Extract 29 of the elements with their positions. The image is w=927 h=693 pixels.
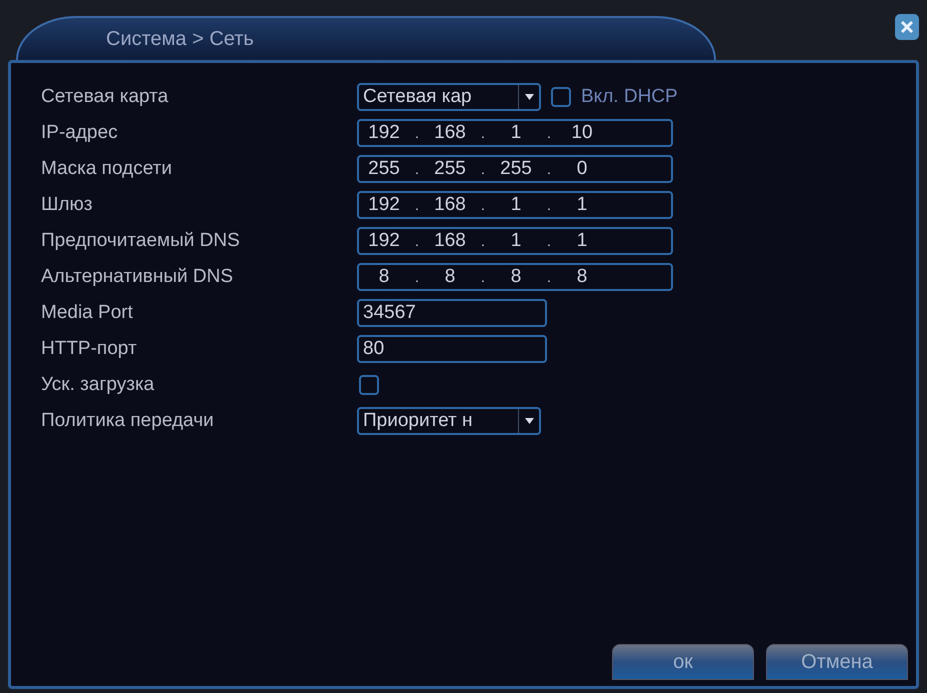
ip-address-field[interactable]: 8 . 8 . 8 . 8 [357, 263, 673, 291]
field-label: Альтернативный DNS [41, 266, 234, 288]
ip-address-field[interactable]: 255 . 255 . 255 . 0 [357, 155, 673, 183]
field-label: Уск. загрузка [41, 374, 156, 396]
dropdown[interactable]: Сетевая кар [357, 83, 541, 111]
field-label: Предпочитаемый DNS [41, 230, 241, 252]
field-label: HTTP-порт [41, 338, 138, 360]
window-title: Система > Сеть [16, 16, 716, 60]
field-label: Политика передачи [41, 410, 215, 432]
field-label: Media Port [41, 302, 134, 324]
checkbox[interactable] [359, 375, 379, 395]
close-icon [900, 20, 914, 34]
input-field[interactable]: 34567 [357, 299, 547, 327]
dialog-button[interactable]: Отмена [766, 644, 908, 680]
checkbox[interactable] [551, 87, 571, 107]
field-label: Маска подсети [41, 158, 173, 180]
field-label: Шлюз [41, 194, 94, 216]
field-label: Сетевая карта [41, 86, 170, 108]
ip-address-field[interactable]: 192 . 168 . 1 . 1 [357, 227, 673, 255]
checkbox-label: Вкл. DHCP [581, 86, 678, 108]
input-field[interactable]: 80 [357, 335, 547, 363]
dialog-button[interactable]: ок [612, 644, 754, 680]
close-button[interactable] [895, 14, 919, 40]
ip-address-field[interactable]: 192 . 168 . 1 . 1 [357, 191, 673, 219]
dropdown[interactable]: Приоритет н [357, 407, 541, 435]
ip-address-field[interactable]: 192 . 168 . 1 . 10 [357, 119, 673, 147]
field-label: IP-адрес [41, 122, 119, 144]
caret-icon [524, 418, 534, 424]
caret-icon [524, 94, 534, 100]
